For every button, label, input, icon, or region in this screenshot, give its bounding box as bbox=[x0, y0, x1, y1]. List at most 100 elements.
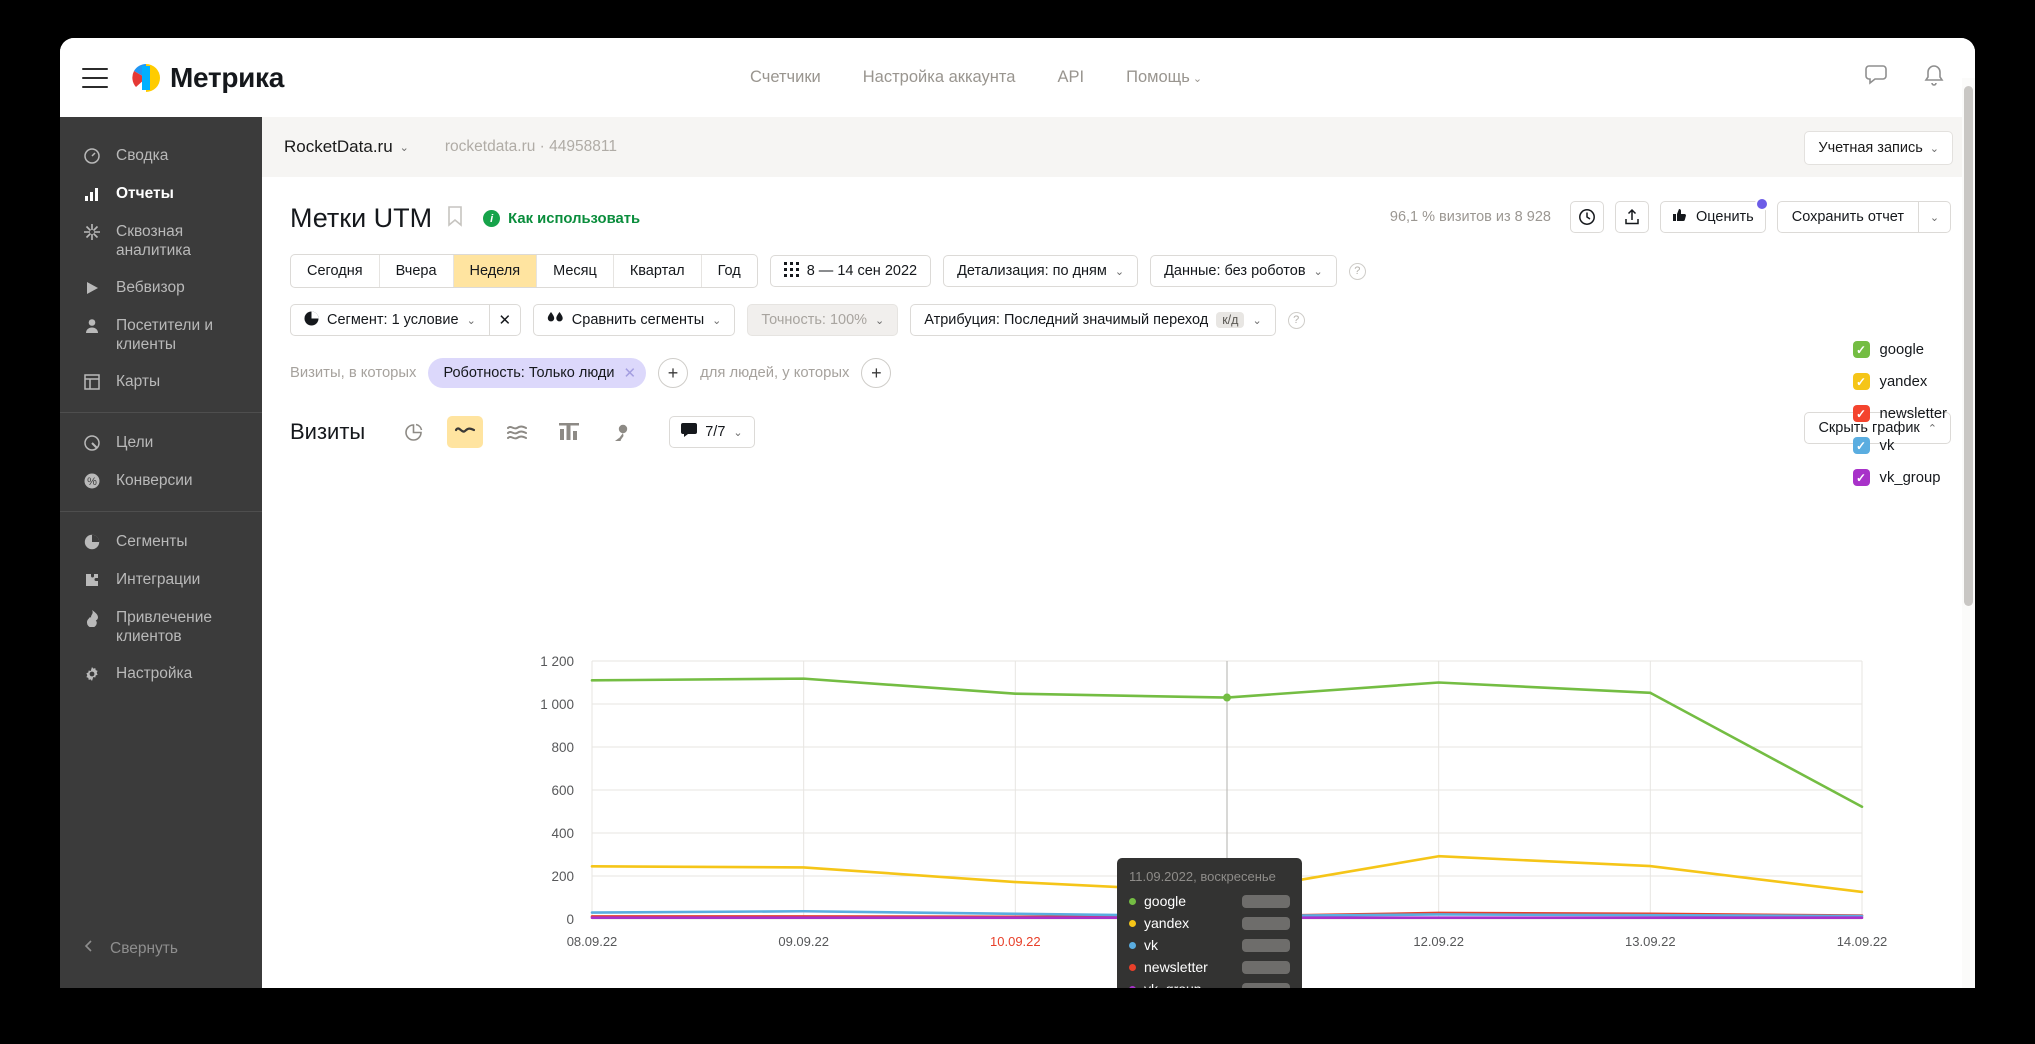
help-icon[interactable]: ? bbox=[1287, 311, 1305, 329]
main-content: RocketData.ru ⌄ rocketdata.ru · 44958811… bbox=[262, 117, 1975, 988]
bar-chart-icon bbox=[82, 184, 102, 204]
sidebar-item-svodka[interactable]: Сводка bbox=[60, 137, 262, 175]
series-point-google[interactable] bbox=[1223, 693, 1231, 702]
breadcrumb-counter: rocketdata.ru · 44958811 bbox=[444, 138, 617, 155]
scrollbar-thumb[interactable] bbox=[1964, 86, 1973, 606]
save-report-dropdown[interactable]: ⌄ bbox=[1919, 201, 1951, 233]
segment-clear-button[interactable]: ✕ bbox=[488, 304, 521, 336]
menu-burger-icon[interactable] bbox=[82, 67, 108, 88]
how-to-use-link[interactable]: i Как использовать bbox=[483, 210, 640, 227]
history-button[interactable] bbox=[1569, 201, 1604, 233]
add-people-condition-button[interactable]: + bbox=[861, 358, 892, 388]
sidebar-collapse-button[interactable]: Свернуть bbox=[60, 929, 262, 968]
share-button[interactable] bbox=[1614, 201, 1649, 233]
sidebar-item-posetiteli[interactable]: Посетители и клиенты bbox=[60, 307, 262, 363]
target-icon bbox=[82, 433, 102, 453]
chart-type-pie[interactable] bbox=[395, 416, 431, 448]
sidebar-item-privlechenie[interactable]: Привлечение клиентов bbox=[60, 599, 262, 655]
accuracy-dropdown[interactable]: Точность: 100% ⌄ bbox=[747, 304, 899, 336]
tooltip-row: vk_group bbox=[1129, 981, 1290, 988]
rate-label: Оценить bbox=[1695, 209, 1754, 225]
compare-drops-icon bbox=[547, 311, 564, 330]
collapse-label: Свернуть bbox=[110, 939, 178, 957]
legend-checkbox[interactable]: ✓ bbox=[1852, 437, 1870, 454]
metrica-logo[interactable]: Метрика bbox=[131, 62, 284, 94]
sidebar-label: Цели bbox=[116, 434, 154, 451]
date-tab-year[interactable]: Год bbox=[702, 255, 757, 287]
series-count-dropdown[interactable]: 7/7 ⌄ bbox=[669, 416, 755, 448]
add-visit-condition-button[interactable]: + bbox=[658, 358, 689, 388]
compare-segments-dropdown[interactable]: Сравнить сегменты ⌄ bbox=[532, 304, 736, 336]
percent-icon: % bbox=[82, 471, 102, 491]
legend-checkbox[interactable]: ✓ bbox=[1852, 341, 1870, 358]
attribution-chip: к/д bbox=[1216, 312, 1245, 328]
account-label: Учетная запись bbox=[1818, 140, 1923, 156]
detalization-dropdown[interactable]: Детализация: по дням ⌄ bbox=[943, 255, 1139, 287]
nav-api[interactable]: API bbox=[1057, 68, 1084, 87]
legend-item[interactable]: ✓ vk bbox=[1852, 437, 1947, 454]
legend-item[interactable]: ✓ newsletter bbox=[1852, 405, 1947, 422]
report-panel: Метки UTM i Как использовать 96,1 % визи… bbox=[262, 177, 1975, 988]
browser-window: Метрика Счетчики Настройка аккаунта API … bbox=[60, 38, 1975, 988]
help-icon[interactable]: ? bbox=[1348, 262, 1366, 280]
chevron-down-icon: ⌄ bbox=[399, 141, 409, 154]
sidebar-item-konversii[interactable]: % Конверсии bbox=[60, 462, 262, 500]
chart-type-column[interactable] bbox=[551, 416, 587, 448]
save-report-button[interactable]: Сохранить отчет bbox=[1776, 201, 1919, 233]
tooltip-series-name: yandex bbox=[1144, 915, 1190, 931]
rate-badge-dot bbox=[1754, 197, 1769, 211]
attribution-label: Атрибуция: Последний значимый переход bbox=[924, 312, 1209, 328]
legend-item[interactable]: ✓ yandex bbox=[1852, 373, 1947, 390]
metrica-logo-icon bbox=[131, 63, 161, 93]
chart-type-area[interactable] bbox=[499, 416, 535, 448]
nav-schetchiki[interactable]: Счетчики bbox=[750, 68, 821, 87]
feedback-icon[interactable] bbox=[1863, 62, 1893, 93]
sidebar-item-nastroika[interactable]: Настройка bbox=[60, 655, 262, 693]
nav-account-settings[interactable]: Настройка аккаунта bbox=[863, 68, 1016, 87]
sidebar-item-skvoznaya-analitika[interactable]: Сквозная аналитика bbox=[60, 213, 262, 269]
sidebar-label: Настройка bbox=[116, 665, 193, 682]
y-axis-tick-label: 600 bbox=[551, 783, 574, 798]
segment-label: Сегмент: 1 условие bbox=[327, 312, 459, 328]
sidebar-item-vebvizor[interactable]: Вебвизор bbox=[60, 269, 262, 307]
legend-label: vk_group bbox=[1879, 469, 1941, 486]
chart-type-map[interactable] bbox=[603, 416, 639, 448]
legend-item[interactable]: ✓ google bbox=[1852, 341, 1947, 358]
chart-legend: ✓ google ✓ yandex ✓ newsletter ✓ vk ✓ vk_group bbox=[1852, 341, 1947, 486]
chevron-left-icon bbox=[82, 939, 96, 958]
sidebar-item-integracii[interactable]: Интеграции bbox=[60, 561, 262, 599]
sidebar-item-celi[interactable]: Цели bbox=[60, 424, 262, 462]
date-tab-yesterday[interactable]: Вчера bbox=[380, 255, 454, 287]
data-mode-dropdown[interactable]: Данные: без роботов ⌄ bbox=[1150, 255, 1337, 287]
sidebar-item-karty[interactable]: Карты bbox=[60, 363, 262, 401]
legend-checkbox[interactable]: ✓ bbox=[1852, 405, 1870, 422]
chart-type-line[interactable] bbox=[447, 416, 484, 448]
chevron-down-icon: ⌄ bbox=[1929, 211, 1940, 224]
legend-item[interactable]: ✓ vk_group bbox=[1852, 469, 1947, 486]
account-button[interactable]: Учетная запись ⌄ bbox=[1804, 131, 1953, 165]
date-tab-week[interactable]: Неделя bbox=[453, 255, 538, 287]
sidebar-item-segmenty[interactable]: Сегменты bbox=[60, 523, 262, 561]
bell-icon[interactable] bbox=[1923, 63, 1945, 93]
breadcrumb-site[interactable]: RocketData.ru ⌄ bbox=[284, 137, 409, 157]
visit-filter-prefix: Визиты, в которых bbox=[290, 365, 417, 381]
segment-dropdown[interactable]: Сегмент: 1 условие ⌄ bbox=[290, 304, 489, 336]
nav-help[interactable]: Помощь ⌄ bbox=[1126, 68, 1202, 87]
date-tab-month[interactable]: Месяц bbox=[537, 255, 614, 287]
legend-checkbox[interactable]: ✓ bbox=[1852, 373, 1870, 390]
date-tab-today[interactable]: Сегодня bbox=[291, 255, 380, 287]
chevron-down-icon: ⌄ bbox=[733, 426, 743, 439]
bookmark-icon[interactable] bbox=[447, 205, 463, 232]
sidebar-label: Сводка bbox=[116, 147, 169, 164]
close-icon[interactable]: ✕ bbox=[623, 364, 636, 382]
tooltip-series-name: vk bbox=[1144, 937, 1158, 953]
attribution-dropdown[interactable]: Атрибуция: Последний значимый переход к/… bbox=[910, 304, 1276, 336]
breadcrumb: RocketData.ru ⌄ rocketdata.ru · 44958811… bbox=[262, 117, 1975, 177]
rate-button[interactable]: Оценить bbox=[1659, 197, 1769, 233]
y-axis-tick-label: 800 bbox=[551, 740, 574, 755]
date-tab-quarter[interactable]: Квартал bbox=[614, 255, 702, 287]
date-picker-button[interactable]: 8 — 14 сен 2022 bbox=[769, 255, 932, 287]
robot-filter-chip[interactable]: Роботность: Только люди ✕ bbox=[428, 358, 647, 388]
legend-checkbox[interactable]: ✓ bbox=[1852, 469, 1870, 486]
sidebar-item-otchety[interactable]: Отчеты bbox=[60, 175, 262, 213]
